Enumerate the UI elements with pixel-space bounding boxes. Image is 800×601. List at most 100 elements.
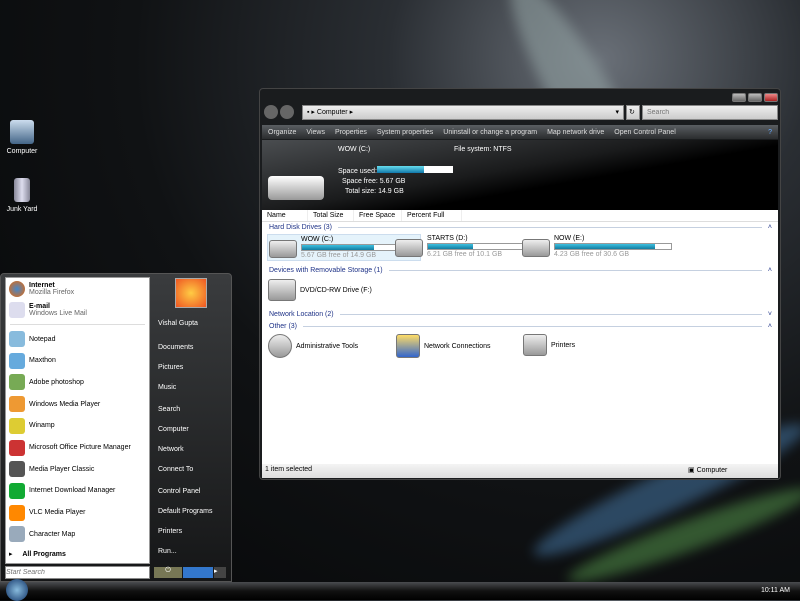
program-item[interactable]: Microsoft Office Picture Manager bbox=[9, 439, 131, 456]
program-item[interactable]: Maxthon bbox=[9, 352, 56, 369]
program-icon bbox=[9, 396, 25, 413]
file-list: Hard Disk Drives (3) ˄ WOW (C:) 5.67 GB fr… bbox=[262, 222, 778, 464]
printers-item[interactable]: Printers bbox=[523, 334, 575, 356]
organize-button[interactable]: Organize bbox=[268, 129, 296, 136]
program-icon bbox=[9, 352, 25, 369]
program-icon bbox=[9, 417, 25, 434]
user-picture bbox=[175, 278, 207, 308]
start-right-item[interactable]: Connect To bbox=[158, 466, 193, 473]
drive-usage-fill bbox=[555, 244, 655, 249]
printer-icon bbox=[523, 334, 547, 356]
program-icon bbox=[9, 526, 25, 543]
group-removable-storage[interactable]: Devices with Removable Storage (1) ˄ bbox=[269, 267, 772, 274]
start-right-item[interactable]: Music bbox=[158, 384, 176, 391]
program-item[interactable]: Notepad bbox=[9, 331, 55, 347]
drive-usage-fill bbox=[428, 244, 474, 249]
hard-drive-icon bbox=[269, 240, 297, 258]
program-icon bbox=[9, 439, 25, 456]
program-icon bbox=[9, 331, 25, 347]
details-pane: WOW (C:) File system: NTFS Space used: S… bbox=[262, 140, 778, 210]
start-right-item[interactable]: Network bbox=[158, 446, 184, 453]
program-icon bbox=[9, 461, 25, 478]
network-connections-item[interactable]: Network Connections bbox=[396, 334, 491, 358]
group-hard-disk-drives[interactable]: Hard Disk Drives (3) ˄ bbox=[269, 224, 772, 231]
program-item[interactable]: Adobe photoshop bbox=[9, 374, 84, 391]
space-free-label: Space free: bbox=[342, 178, 378, 185]
uninstall-button[interactable]: Uninstall or change a program bbox=[443, 129, 537, 136]
status-selection: 1 item selected bbox=[265, 466, 313, 473]
desktop-icon-label: Computer bbox=[6, 148, 38, 155]
start-right-item[interactable]: Search bbox=[158, 406, 180, 413]
start-right-item[interactable]: Documents bbox=[158, 344, 193, 351]
explorer-window: ▪ ▸ Computer ▸▾ ↻ Organize Views Propert… bbox=[259, 88, 781, 480]
start-right-item[interactable]: Run... bbox=[158, 548, 177, 555]
views-button[interactable]: Views bbox=[306, 129, 325, 136]
status-bar: 1 item selected ▣ Computer bbox=[262, 464, 778, 478]
column-percent-full[interactable]: Percent Full bbox=[402, 210, 462, 221]
firefox-icon bbox=[9, 281, 25, 297]
total-size-value: 14.9 GB bbox=[378, 188, 404, 195]
details-drive-name: WOW (C:) bbox=[338, 146, 371, 153]
all-programs-button[interactable]: ▸ All Programs bbox=[9, 550, 66, 559]
hard-drive-icon bbox=[395, 239, 423, 257]
start-right-item[interactable]: Computer bbox=[158, 426, 189, 433]
pinned-email[interactable]: E-mail Windows Live Mail bbox=[9, 302, 87, 318]
dvd-drive-item[interactable]: DVD/CD-RW Drive (F:) bbox=[268, 279, 372, 301]
search-input[interactable] bbox=[642, 105, 778, 120]
system-properties-button[interactable]: System properties bbox=[377, 129, 433, 136]
start-menu: Internet Mozilla Firefox E-mail Windows Li… bbox=[0, 273, 232, 582]
pinned-internet[interactable]: Internet Mozilla Firefox bbox=[9, 281, 74, 297]
column-headers: Name Total Size Free Space Percent Full bbox=[262, 210, 778, 222]
program-item[interactable]: Internet Download Manager bbox=[9, 482, 115, 499]
column-free-space[interactable]: Free Space bbox=[354, 210, 402, 221]
program-item[interactable]: Character Map bbox=[9, 526, 75, 543]
drive-icon bbox=[268, 176, 324, 200]
shutdown-options-button[interactable]: ▸ bbox=[214, 567, 226, 578]
administrative-tools-item[interactable]: Administrative Tools bbox=[268, 334, 358, 358]
start-right-item[interactable]: Control Panel bbox=[158, 488, 200, 495]
refresh-button[interactable]: ↻ bbox=[626, 105, 640, 120]
recycle-bin-icon bbox=[14, 178, 30, 202]
column-name[interactable]: Name bbox=[262, 210, 308, 221]
program-label: Media Player Classic bbox=[29, 465, 95, 473]
minimize-button[interactable] bbox=[732, 93, 746, 102]
start-right-item[interactable]: Printers bbox=[158, 528, 182, 535]
drive-name: NOW (E:) bbox=[554, 235, 585, 242]
column-total-size[interactable]: Total Size bbox=[308, 210, 354, 221]
group-network-location[interactable]: Network Location (2) ˅ bbox=[269, 311, 772, 318]
start-right-item[interactable]: Pictures bbox=[158, 364, 183, 371]
back-button[interactable] bbox=[264, 105, 278, 119]
status-location: ▣ Computer bbox=[688, 467, 728, 474]
close-button[interactable] bbox=[764, 93, 778, 102]
address-bar[interactable]: ▪ ▸ Computer ▸ ▾ bbox=[302, 105, 624, 120]
desktop-icon-junk-yard[interactable]: Junk Yard bbox=[0, 178, 44, 213]
details-filesystem: File system: NTFS bbox=[454, 146, 512, 153]
taskbar: 10:11 AM bbox=[0, 579, 800, 601]
breadcrumb[interactable]: Computer bbox=[317, 109, 348, 116]
group-other[interactable]: Other (3) ˄ bbox=[269, 323, 772, 330]
drive-item[interactable]: NOW (E:) 4.23 GB free of 30.6 GB bbox=[522, 235, 672, 258]
space-used-label: Space used: bbox=[338, 168, 377, 175]
desktop-icon-computer[interactable]: Computer bbox=[0, 120, 44, 155]
program-label: VLC Media Player bbox=[29, 509, 86, 517]
maximize-button[interactable] bbox=[748, 93, 762, 102]
forward-button[interactable] bbox=[280, 105, 294, 119]
program-item[interactable]: VLC Media Player bbox=[9, 504, 86, 521]
program-item[interactable]: Windows Media Player bbox=[9, 396, 100, 413]
drive-usage-fill bbox=[302, 245, 374, 250]
program-item[interactable]: Winamp bbox=[9, 417, 55, 434]
start-right-item[interactable]: Vishal Gupta bbox=[158, 320, 198, 327]
power-button[interactable]: ⏻ bbox=[154, 567, 182, 578]
start-search-input[interactable] bbox=[5, 566, 150, 579]
start-right-item[interactable]: Default Programs bbox=[158, 508, 212, 515]
help-icon[interactable]: ? bbox=[768, 129, 772, 136]
divider bbox=[10, 324, 145, 325]
map-network-drive-button[interactable]: Map network drive bbox=[547, 129, 604, 136]
lock-button[interactable] bbox=[183, 567, 213, 578]
properties-button[interactable]: Properties bbox=[335, 129, 367, 136]
program-item[interactable]: Media Player Classic bbox=[9, 461, 95, 478]
drive-info: 4.23 GB free of 30.6 GB bbox=[554, 251, 630, 258]
open-control-panel-button[interactable]: Open Control Panel bbox=[614, 129, 675, 136]
start-button[interactable] bbox=[6, 579, 28, 601]
dvd-drive-icon bbox=[268, 279, 296, 301]
